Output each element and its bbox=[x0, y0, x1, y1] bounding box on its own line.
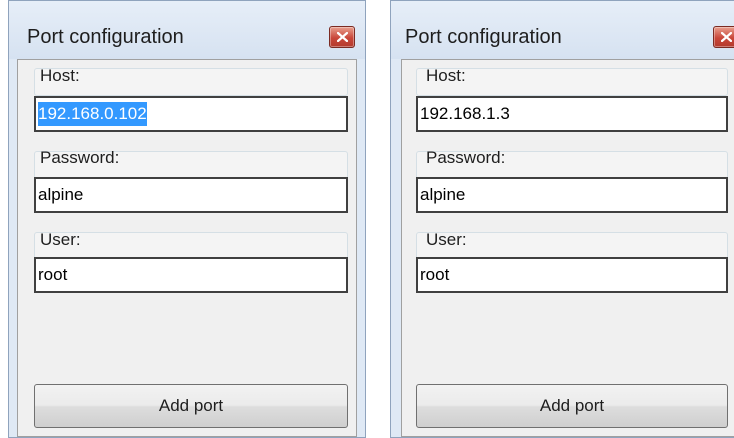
close-button[interactable] bbox=[713, 26, 734, 48]
password-label: Password: bbox=[426, 148, 506, 167]
form-panel: Host: 192.168.0.102 Password: alpine Use… bbox=[17, 59, 357, 437]
close-icon bbox=[721, 32, 732, 42]
password-label: Password: bbox=[40, 148, 120, 167]
user-label: User: bbox=[40, 230, 81, 249]
host-group bbox=[34, 68, 348, 96]
host-label: Host: bbox=[426, 66, 466, 85]
add-port-button[interactable]: Add port bbox=[416, 384, 728, 428]
window-title: Port configuration bbox=[27, 26, 184, 48]
close-button[interactable] bbox=[329, 26, 355, 48]
host-input[interactable]: 192.168.1.3 bbox=[416, 96, 728, 132]
window-title: Port configuration bbox=[405, 26, 562, 48]
host-input[interactable]: 192.168.0.102 bbox=[34, 96, 348, 132]
close-icon bbox=[337, 32, 348, 42]
host-label: Host: bbox=[40, 66, 80, 85]
port-config-window-left: Port configuration Host: 192.168.0.102 P… bbox=[8, 0, 366, 438]
password-input[interactable]: alpine bbox=[416, 177, 728, 213]
password-input[interactable]: alpine bbox=[34, 177, 348, 213]
port-config-window-right: Port configuration Host: 192.168.1.3 Pas… bbox=[390, 0, 734, 438]
user-input[interactable]: root bbox=[416, 257, 728, 293]
add-port-button[interactable]: Add port bbox=[34, 384, 348, 428]
title-bar[interactable]: Port configuration bbox=[9, 1, 365, 59]
user-label: User: bbox=[426, 230, 467, 249]
title-bar[interactable]: Port configuration bbox=[391, 1, 734, 59]
user-group bbox=[34, 232, 348, 260]
user-input[interactable]: root bbox=[34, 257, 348, 293]
form-panel: Host: 192.168.1.3 Password: alpine User:… bbox=[401, 59, 734, 437]
host-value-selected: 192.168.0.102 bbox=[38, 102, 147, 126]
